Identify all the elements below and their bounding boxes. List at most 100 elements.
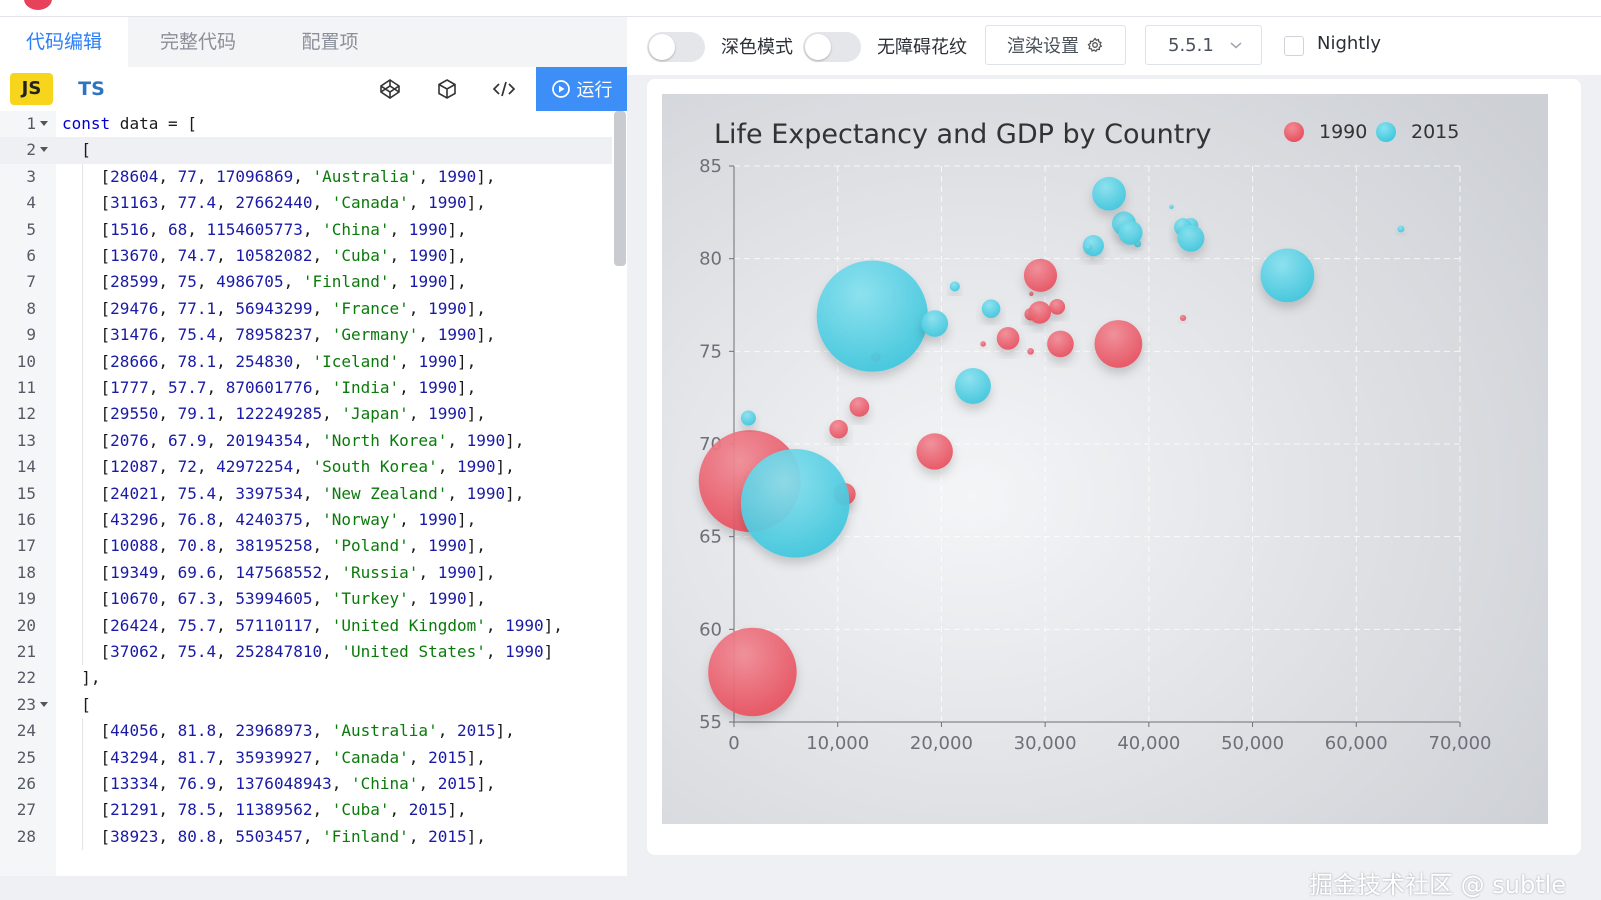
fold-arrow-icon[interactable] <box>40 147 48 153</box>
line-number: 2 <box>26 140 36 160</box>
code-line[interactable]: 9 [31476, 75.4, 78958237, 'Germany', 199… <box>0 322 612 348</box>
code-line[interactable]: 21 [37062, 75.4, 252847810, 'United Stat… <box>0 639 612 665</box>
code-line[interactable]: 13 [2076, 67.9, 20194354, 'North Korea',… <box>0 428 612 454</box>
bubble-2015[interactable] <box>949 281 960 292</box>
code-text: const data = [ <box>62 114 197 133</box>
code-line[interactable]: 25 [43294, 81.7, 35939927, 'Canada', 201… <box>0 745 612 771</box>
editor-scrollbar[interactable] <box>614 111 626 266</box>
tab-full-code[interactable]: 完整代码 <box>136 17 260 67</box>
render-settings-button[interactable]: 渲染设置 <box>985 25 1126 65</box>
bubble-2015[interactable] <box>954 368 991 404</box>
code-line[interactable]: 19 [10670, 67.3, 53994605, 'Turkey', 199… <box>0 586 612 612</box>
play-circle-icon <box>551 80 570 98</box>
code-line[interactable]: 3 [28604, 77, 17096869, 'Australia', 199… <box>0 164 612 190</box>
bubble-2015[interactable] <box>1177 224 1205 252</box>
code-line[interactable]: 15 [24021, 75.4, 3397534, 'New Zealand',… <box>0 481 612 507</box>
code-editor[interactable]: 1 const data = [2 [3 [28604, 77, 17096869… <box>0 111 627 876</box>
code-line[interactable]: 18 [19349, 69.6, 147568552, 'Russia', 19… <box>0 560 612 586</box>
code-line[interactable]: 12 [29550, 79.1, 122249285, 'Japan', 199… <box>0 401 612 427</box>
bubble-2015[interactable] <box>981 299 1001 319</box>
bubble-1990[interactable] <box>1027 347 1034 355</box>
code-line[interactable]: 17 [10088, 70.8, 38195258, 'Poland', 199… <box>0 533 612 559</box>
bubble-1990[interactable] <box>1047 330 1074 358</box>
box-icon[interactable] <box>434 77 460 101</box>
ts-language-button[interactable]: TS <box>70 73 113 105</box>
tab-code-edit[interactable]: 代码编辑 <box>0 17 128 67</box>
tab-config[interactable]: 配置项 <box>270 17 390 67</box>
fold-arrow-icon[interactable] <box>40 121 48 126</box>
bubble-1990[interactable] <box>980 341 986 347</box>
nightly-checkbox[interactable] <box>1284 36 1304 56</box>
code-line[interactable]: 27 [21291, 78.5, 11389562, 'Cuba', 2015]… <box>0 797 612 823</box>
bubble-1990[interactable] <box>916 433 953 470</box>
dark-mode-toggle[interactable] <box>647 32 705 62</box>
code-line[interactable]: 10 [28666, 78.1, 254830, 'Iceland', 1990… <box>0 349 612 375</box>
code-line[interactable]: 1 const data = [ <box>0 111 612 137</box>
scatter-chart[interactable]: 0 10,000 20,000 30,000 40,000 50,000 60,000 70,… <box>662 94 1548 824</box>
bubble-1990[interactable] <box>849 397 870 417</box>
code-line[interactable]: 20 [26424, 75.7, 57110117, 'United Kingd… <box>0 613 612 639</box>
line-number: 8 <box>26 298 36 318</box>
bubble-2015[interactable] <box>1118 220 1143 245</box>
code-line[interactable]: 4 [31163, 77.4, 27662440, 'Canada', 1990… <box>0 190 612 216</box>
code-text: [10670, 67.3, 53994605, 'Turkey', 1990], <box>62 589 486 609</box>
codepen-icon[interactable] <box>377 77 403 101</box>
code-line[interactable]: 26 [13334, 76.9, 1376048943, 'China', 20… <box>0 771 612 797</box>
bubble-2015[interactable] <box>740 448 850 558</box>
legend-marker-1990[interactable] <box>1284 122 1304 142</box>
bubble-2015[interactable] <box>1260 248 1315 303</box>
bubble-2015[interactable] <box>816 260 928 372</box>
code-line[interactable]: 16 [43296, 76.8, 4240375, 'Norway', 1990… <box>0 507 612 533</box>
decal-label: 无障碍花纹 <box>877 37 967 58</box>
code-text: [21291, 78.5, 11389562, 'Cuba', 2015], <box>62 800 467 820</box>
fold-arrow-icon[interactable] <box>40 701 48 707</box>
code-line[interactable]: 5 [1516, 68, 1154605773, 'China', 1990], <box>0 217 612 243</box>
bubble-2015[interactable] <box>1169 204 1174 209</box>
code-line[interactable]: 14 [12087, 72, 42972254, 'South Korea', … <box>0 454 612 480</box>
run-button[interactable]: 运行 <box>536 67 627 111</box>
legend-label-1990[interactable]: 1990 <box>1319 121 1367 143</box>
code-icon[interactable] <box>491 77 517 101</box>
y-tick-label: 55 <box>699 712 722 733</box>
indent-guide <box>82 163 83 666</box>
editor-toolbar: JS TS 运行 <box>0 67 627 111</box>
bubble-1990[interactable] <box>996 327 1020 350</box>
code-line[interactable]: 2 [ <box>0 137 612 164</box>
line-number: 16 <box>16 510 36 529</box>
version-select[interactable]: 5.5.1 <box>1145 25 1262 65</box>
bubble-1990[interactable] <box>1049 298 1066 315</box>
chart-canvas[interactable]: 0 10,000 20,000 30,000 40,000 50,000 60,000 70,… <box>662 94 1548 824</box>
code-line[interactable]: 28 [38923, 80.8, 5503457, 'Finland', 201… <box>0 824 612 850</box>
code-line[interactable]: 7 [28599, 75, 4986705, 'Finland', 1990], <box>0 269 612 295</box>
bubble-1990[interactable] <box>1023 258 1058 292</box>
line-number: 13 <box>16 430 36 450</box>
code-line[interactable]: 24 [44056, 81.8, 23968973, 'Australia', … <box>0 718 612 744</box>
code-line[interactable]: 22 ], <box>0 665 612 691</box>
code-line[interactable]: 6 [13670, 74.7, 10582082, 'Cuba', 1990], <box>0 243 612 269</box>
y-tick-label: 80 <box>699 249 722 270</box>
line-number: 5 <box>26 219 36 239</box>
bubble-2015[interactable] <box>1085 244 1092 251</box>
code-line[interactable]: 11 [1777, 57.7, 870601776, 'India', 1990… <box>0 375 612 401</box>
logo-icon[interactable] <box>24 0 52 10</box>
code-line[interactable]: 23 [ <box>0 692 612 718</box>
bubble-1990[interactable] <box>1179 314 1187 322</box>
code-line[interactable]: 8 [29476, 77.1, 56943299, 'France', 1990… <box>0 296 612 322</box>
bubble-2015[interactable] <box>921 310 949 337</box>
bubble-1990[interactable] <box>1028 301 1052 324</box>
bubble-2015[interactable] <box>1092 176 1126 211</box>
decal-toggle[interactable] <box>803 32 861 62</box>
js-language-button[interactable]: JS <box>10 73 53 105</box>
bubble-2015[interactable] <box>1397 225 1405 233</box>
line-number: 11 <box>16 378 36 397</box>
bubble-1990[interactable] <box>1029 291 1034 297</box>
bubble-2015[interactable] <box>740 410 756 426</box>
bubble-1990[interactable] <box>829 419 848 439</box>
code-text: [29476, 77.1, 56943299, 'France', 1990], <box>62 298 486 318</box>
line-number: 20 <box>16 615 36 635</box>
bubble-2015[interactable] <box>1082 235 1104 257</box>
bubble-1990[interactable] <box>708 627 797 717</box>
bubble-1990[interactable] <box>1094 320 1143 368</box>
legend-label-2015[interactable]: 2015 <box>1411 121 1459 143</box>
legend-marker-2015[interactable] <box>1376 122 1396 142</box>
